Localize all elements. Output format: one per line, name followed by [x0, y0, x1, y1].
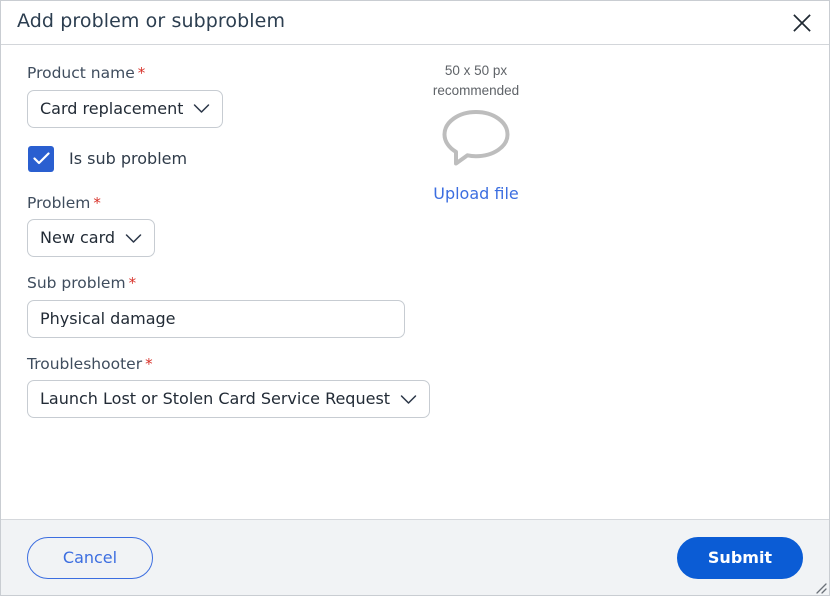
- speech-bubble-icon: [442, 110, 510, 166]
- chevron-down-icon: [400, 394, 417, 405]
- is-sub-problem-label[interactable]: Is sub problem: [69, 149, 187, 168]
- is-sub-problem-checkbox[interactable]: [28, 145, 54, 172]
- field-sub-problem: Sub problem * Physical damage: [27, 274, 457, 338]
- product-name-value: Card replacement: [40, 100, 184, 117]
- field-problem: Problem * New card: [27, 194, 457, 258]
- required-indicator: *: [93, 193, 101, 212]
- troubleshooter-label: Troubleshooter *: [27, 355, 457, 374]
- required-indicator: *: [145, 354, 153, 373]
- submit-button[interactable]: Submit: [677, 536, 803, 579]
- resize-grip-icon[interactable]: [813, 580, 827, 594]
- product-name-label: Product name *: [27, 64, 457, 83]
- chevron-down-icon: [193, 103, 210, 114]
- upload-hint-line-1: 50 x 50 px: [444, 63, 508, 78]
- dialog-body: Product name * Card replacement Is sub p…: [1, 45, 829, 519]
- problem-value: New card: [40, 230, 116, 247]
- upload-section: 50 x 50 px recommended Upload file: [401, 61, 551, 203]
- troubleshooter-select[interactable]: Launch Lost or Stolen Card Service Reque…: [27, 380, 431, 419]
- close-button[interactable]: [787, 8, 817, 38]
- sub-problem-label: Sub problem *: [27, 274, 457, 293]
- add-problem-dialog: Add problem or subproblem Product name * …: [0, 0, 830, 596]
- product-name-label-text: Product name: [27, 64, 135, 82]
- required-indicator: *: [128, 274, 137, 293]
- troubleshooter-label-text: Troubleshooter: [27, 354, 143, 373]
- upload-preview: [437, 108, 515, 170]
- chevron-down-icon: [125, 233, 142, 244]
- problem-label-text: Problem: [27, 193, 91, 212]
- required-indicator: *: [137, 64, 146, 82]
- troubleshooter-value: Launch Lost or Stolen Card Service Reque…: [40, 391, 391, 408]
- dialog-footer: Cancel Submit: [1, 519, 829, 595]
- product-name-select[interactable]: Card replacement: [27, 89, 224, 128]
- check-icon: [32, 152, 50, 165]
- sub-problem-value: Physical damage: [40, 310, 176, 327]
- close-icon: [793, 13, 811, 32]
- cancel-button[interactable]: Cancel: [27, 536, 153, 579]
- field-is-sub-problem: Is sub problem: [28, 145, 457, 172]
- problem-label: Problem *: [27, 194, 457, 213]
- problem-select[interactable]: New card: [27, 219, 156, 258]
- form-fields: Product name * Card replacement Is sub p…: [27, 64, 457, 435]
- upload-hint-line-2: recommended: [432, 82, 520, 98]
- upload-size-hint: 50 x 50 px recommended: [401, 61, 551, 100]
- upload-file-link[interactable]: Upload file: [433, 184, 519, 203]
- field-product-name: Product name * Card replacement: [27, 64, 457, 128]
- page-title: Add problem or subproblem: [17, 10, 286, 32]
- field-troubleshooter: Troubleshooter * Launch Lost or Stolen Ca…: [27, 355, 457, 419]
- sub-problem-label-text: Sub problem: [27, 274, 126, 293]
- dialog-header: Add problem or subproblem: [1, 1, 829, 45]
- sub-problem-input[interactable]: Physical damage: [27, 299, 405, 338]
